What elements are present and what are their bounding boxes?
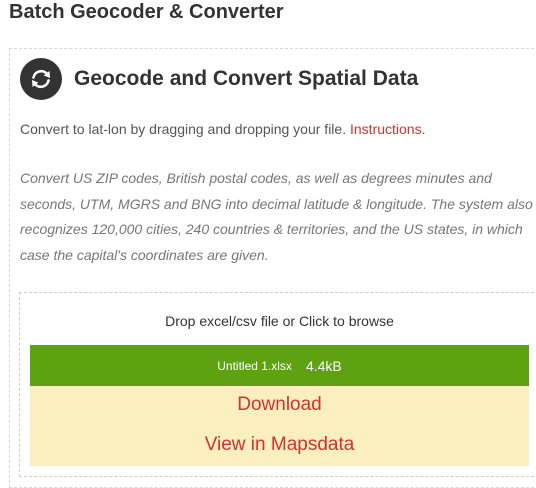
- refresh-icon: [20, 58, 62, 100]
- dropzone-label[interactable]: Drop excel/csv file or Click to browse: [30, 313, 529, 329]
- section-header: Geocode and Convert Spatial Data: [20, 58, 418, 100]
- file-name: Untitled 1.xlsx: [217, 358, 292, 373]
- intro-period: .: [421, 121, 426, 137]
- page-title: Batch Geocoder & Converter: [9, 1, 284, 23]
- intro-sentence: Convert to lat-lon by dragging and dropp…: [20, 121, 347, 137]
- file-size: 4.4kB: [305, 357, 342, 374]
- intro-text: Convert to lat-lon by dragging and dropp…: [20, 121, 425, 137]
- section-title: Geocode and Convert Spatial Data: [74, 67, 419, 90]
- view-in-mapsdata-link[interactable]: View in Mapsdata: [30, 434, 529, 456]
- description-text: Convert US ZIP codes, British postal cod…: [20, 170, 533, 263]
- instructions-link[interactable]: Instructions: [350, 121, 422, 137]
- download-link[interactable]: Download: [30, 394, 529, 416]
- uploaded-file-bar: Untitled 1.xlsx 4.4kB: [30, 345, 529, 386]
- result-actions: Download View in Mapsdata: [30, 386, 529, 466]
